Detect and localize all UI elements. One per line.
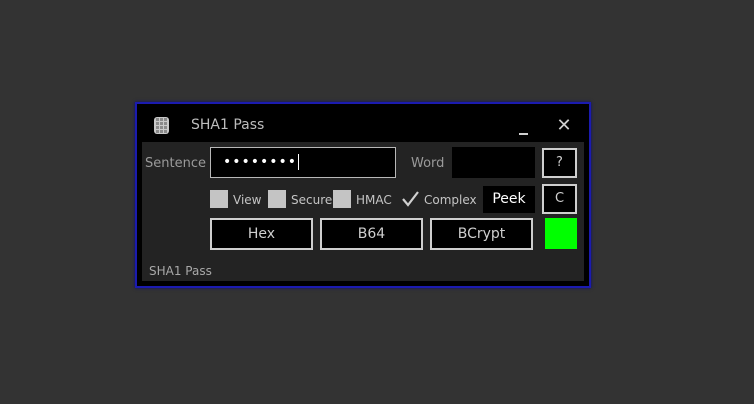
bcrypt-button[interactable]: BCrypt xyxy=(430,218,533,250)
title-bar[interactable]: SHA1 Pass ✕ xyxy=(137,104,589,142)
complex-checkbox[interactable] xyxy=(401,190,419,208)
sentence-value: •••••••• xyxy=(223,154,298,170)
status-indicator xyxy=(545,218,577,249)
status-bar-label: SHA1 Pass xyxy=(149,264,212,278)
word-label: Word xyxy=(411,156,445,171)
checkmark-icon xyxy=(402,191,419,207)
calculator-icon xyxy=(154,117,169,134)
client-area: Sentence •••••••• Word ? View Secure HMA… xyxy=(142,142,584,281)
hmac-checkbox[interactable] xyxy=(333,190,351,208)
peek-button[interactable]: Peek xyxy=(483,186,535,213)
hmac-label: HMAC xyxy=(356,193,392,207)
text-caret xyxy=(298,154,300,170)
sentence-input[interactable]: •••••••• xyxy=(210,147,396,178)
complex-label: Complex xyxy=(424,193,477,207)
secure-label: Secure xyxy=(291,193,333,207)
window-title: SHA1 Pass xyxy=(191,117,265,133)
view-checkbox[interactable] xyxy=(210,190,228,208)
word-output[interactable] xyxy=(452,147,535,178)
hex-button[interactable]: Hex xyxy=(210,218,313,250)
help-button[interactable]: ? xyxy=(542,148,577,178)
sentence-label: Sentence xyxy=(145,156,206,171)
clear-button[interactable]: C xyxy=(542,184,577,214)
app-window: SHA1 Pass ✕ Sentence •••••••• Word ? Vie… xyxy=(135,102,591,288)
close-button[interactable]: ✕ xyxy=(555,117,573,135)
secure-checkbox[interactable] xyxy=(268,190,286,208)
view-label: View xyxy=(233,193,262,207)
minimize-button[interactable] xyxy=(517,116,531,136)
b64-button[interactable]: B64 xyxy=(320,218,423,250)
